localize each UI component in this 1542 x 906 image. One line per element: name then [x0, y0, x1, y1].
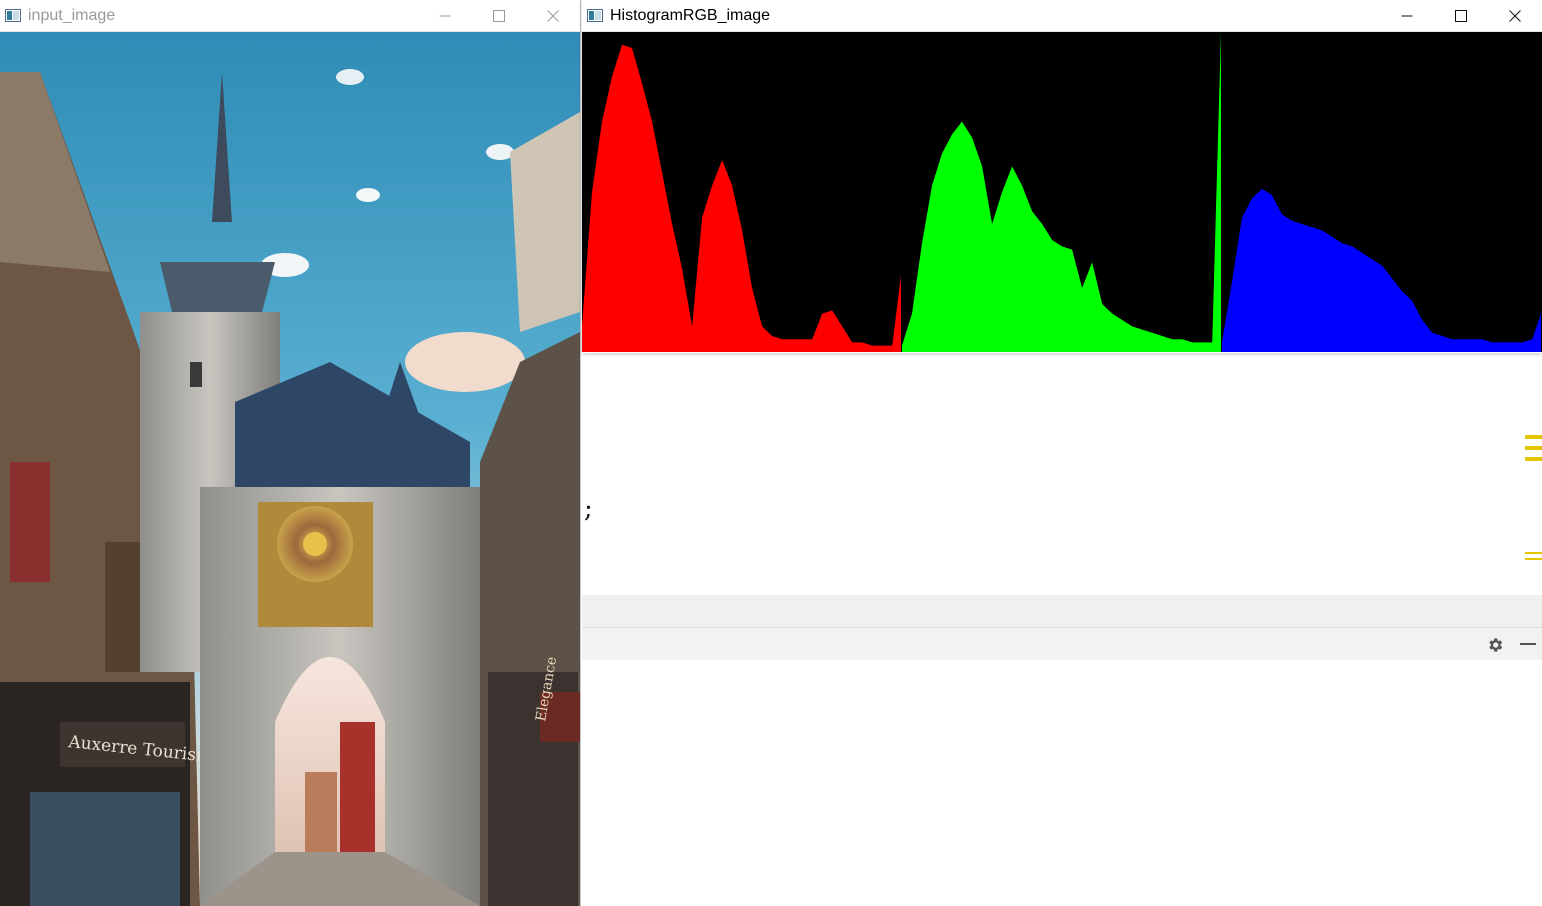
opencv-window-icon: [587, 9, 603, 22]
histogram-titlebar[interactable]: HistogramRGB_image: [582, 0, 1542, 32]
close-icon: [1509, 9, 1521, 22]
close-button[interactable]: [1488, 0, 1542, 31]
input-image-titlebar[interactable]: input_image: [0, 0, 580, 32]
close-button[interactable]: [526, 0, 580, 31]
maximize-icon: [493, 9, 505, 22]
minimize-icon: [439, 15, 451, 16]
maximize-icon: [1455, 9, 1467, 22]
scroll-marker: [1525, 558, 1542, 560]
background-editor[interactable]: ;: [582, 353, 1542, 906]
maximize-button[interactable]: [1434, 0, 1488, 31]
minus-icon[interactable]: [1520, 643, 1536, 645]
opencv-window-icon: [5, 9, 21, 22]
panel-tab-bar: [582, 595, 1542, 628]
rgb-histogram-chart: [582, 32, 1542, 352]
panel-header: [582, 628, 1542, 660]
editor-code-text: ;: [584, 494, 593, 524]
scroll-marker: [1525, 435, 1542, 439]
scroll-marker: [1525, 457, 1542, 461]
close-icon: [547, 9, 559, 22]
minimize-button[interactable]: [1380, 0, 1434, 31]
window-title: HistogramRGB_image: [610, 6, 771, 24]
minimize-icon: [1401, 15, 1413, 16]
minimize-button[interactable]: [418, 0, 472, 31]
input-image-window[interactable]: input_image Auxerre Tourisme Elegance: [0, 0, 580, 906]
maximize-button[interactable]: [472, 0, 526, 31]
input-photo: Auxerre Tourisme Elegance: [0, 32, 580, 906]
scroll-marker: [1525, 446, 1542, 450]
scroll-marker: [1525, 552, 1542, 554]
gear-icon[interactable]: [1486, 636, 1504, 654]
window-title: input_image: [28, 6, 116, 24]
histogram-window[interactable]: HistogramRGB_image: [582, 0, 1542, 353]
